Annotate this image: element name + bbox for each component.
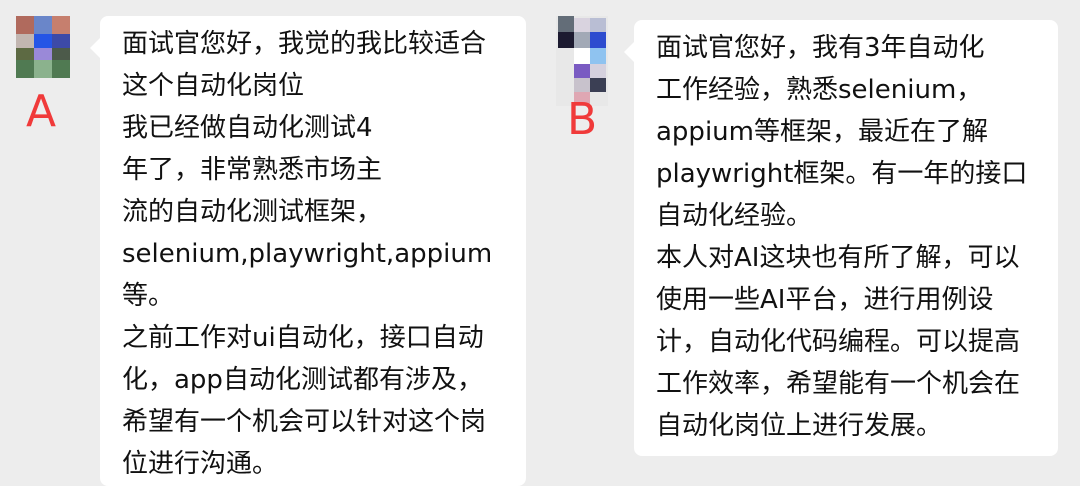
message-line: 希望有一个机会可以针对这个岗: [122, 407, 487, 437]
message-line: 面试官您好，我觉的我比较适合: [122, 29, 487, 59]
avatar-a-icon[interactable]: [16, 16, 70, 78]
message-line: 等。: [122, 281, 175, 311]
bubble-tail: [90, 38, 100, 58]
message-line: 位进行沟通。: [122, 449, 279, 479]
sender-label-a: A: [26, 86, 57, 137]
message-line: 我已经做自动化测试4: [122, 113, 373, 143]
message-line: playwright框架。有一年的接口: [656, 159, 1028, 189]
message-line: 之前工作对ui自动化，接口自动: [122, 323, 484, 353]
message-line: 化，app自动化测试都有涉及，: [122, 365, 483, 395]
message-line: 流的自动化测试框架，: [122, 197, 383, 227]
message-line: 面试官您好，我有3年自动化: [656, 33, 985, 63]
message-line: 计，自动化代码编程。可以提高: [656, 327, 1021, 357]
message-line: 自动化岗位上进行发展。: [656, 411, 943, 441]
message-line: 使用一些AI平台，进行用例设: [656, 285, 994, 315]
avatar-b-icon[interactable]: [556, 16, 608, 106]
message-line: 这个自动化岗位: [122, 71, 305, 101]
message-line: appium等框架，最近在了解: [656, 117, 988, 147]
message-line: 本人对AI这块也有所了解，可以: [656, 243, 1020, 273]
message-line: selenium,playwright,appium: [122, 239, 493, 269]
message-line: 自动化经验。: [656, 201, 813, 231]
message-line: 年了，非常熟悉市场主: [122, 155, 383, 185]
message-line: 工作经验，熟悉selenium，: [656, 75, 983, 105]
bubble-tail: [624, 42, 634, 62]
message-bubble-a: 面试官您好，我觉的我比较适合 这个自动化岗位 我已经做自动化测试4 年了，非常熟…: [90, 16, 526, 486]
message-line: 工作效率，希望能有一个机会在: [656, 369, 1021, 399]
message-bubble-b: 面试官您好，我有3年自动化 工作经验，熟悉selenium， appium等框架…: [624, 20, 1058, 456]
sender-label-b: B: [567, 94, 598, 145]
